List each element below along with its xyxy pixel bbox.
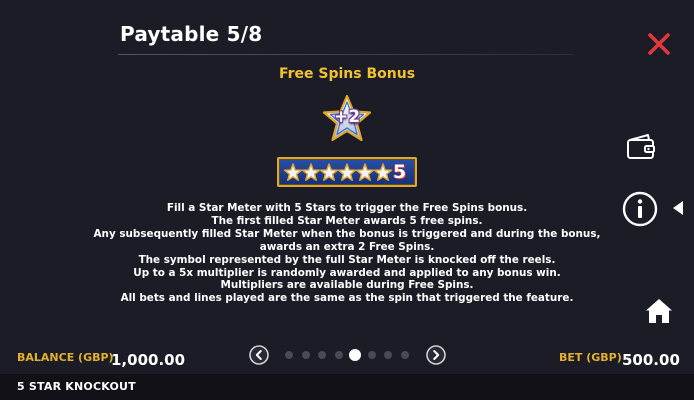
meter-number: 5 [393,161,407,183]
game-name: 5 STAR KNOCKOUT [17,380,136,393]
section-title: Free Spins Bonus [278,66,416,82]
balance-label: BALANCE (GBP) [17,351,114,364]
next-page-button[interactable] [426,345,446,365]
page-title: Paytable 5/8 [120,22,263,46]
meter-star-icon [283,163,303,181]
description-line: Any subsequently filled Star Meter when … [93,227,601,240]
arrow-left-icon[interactable] [672,200,684,216]
meter-star-icon [337,163,357,181]
balance-value: 1,000.00 [111,351,186,369]
description-line: The symbol represented by the full Star … [138,253,556,266]
meter-star-icon [319,163,339,181]
page-dot[interactable] [285,351,293,359]
paytable-panel: Paytable 5/8 Free Spins Bonus +2 5 Fill … [0,0,694,374]
page-dot[interactable] [384,351,392,359]
meter-star-icon [301,163,321,181]
previous-page-button[interactable] [249,345,269,365]
description: Fill a Star Meter with 5 Stars to trigge… [80,202,614,305]
description-line: The first filled Star Meter awards 5 fre… [211,214,483,227]
page-dot[interactable] [367,351,376,359]
footer-bar: 5 STAR KNOCKOUT [0,374,694,400]
description-line: Multipliers are available during Free Sp… [220,279,474,292]
bet-value: 500.00 [622,351,680,369]
star-meter: 5 [277,157,417,187]
page-dot[interactable] [334,351,343,359]
page-dot[interactable] [400,351,409,359]
info-icon[interactable] [622,191,658,227]
description-line: awards an extra 2 Free Spins. [259,240,435,253]
page-dot[interactable] [318,351,326,359]
meter-stars [283,163,393,181]
home-icon[interactable] [645,298,673,324]
description-line: All bets and lines played are the same a… [120,292,574,305]
meter-star-icon [355,163,375,181]
page-dot[interactable] [301,351,310,359]
description-line: Fill a Star Meter with 5 Stars to trigge… [166,202,528,214]
wallet-icon[interactable] [626,133,656,161]
meter-star-icon [373,163,393,181]
bet-label: BET (GBP) [559,351,622,364]
description-line: Up to a 5x multiplier is randomly awarde… [133,266,561,279]
title-divider [118,54,574,55]
page-dot-active[interactable] [349,349,361,361]
close-icon[interactable] [645,30,673,58]
bonus-badge-text: +2 [333,107,361,127]
